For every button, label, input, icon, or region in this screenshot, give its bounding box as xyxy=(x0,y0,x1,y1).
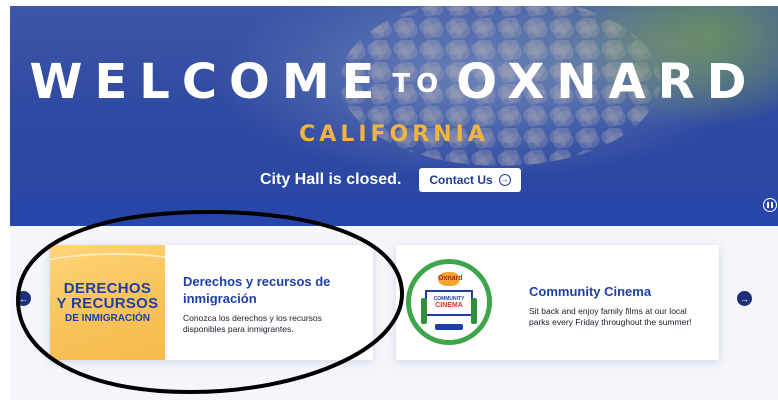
contact-us-button[interactable]: Contact Us → xyxy=(419,168,521,192)
card-text: Community Cinema Sit back and enjoy fami… xyxy=(511,245,719,360)
hero-banner: WELCOME TO OXNARD CALIFORNIA City Hall is … xyxy=(10,6,778,232)
cinema-screen: COMMUNITY CINEMA xyxy=(425,290,473,316)
chairs-icon xyxy=(435,324,463,330)
hero-subtitle: CALIFORNIA xyxy=(299,122,489,147)
arrow-circle-left-icon: ← xyxy=(19,293,28,304)
hero-title: WELCOME TO OXNARD xyxy=(10,54,778,112)
pause-slideshow-button[interactable] xyxy=(763,198,777,212)
card-description: Conozca los derechos y los recursos disp… xyxy=(183,313,322,334)
carousel-card-community-cinema[interactable]: Oxnard COMMUNITY CINEMA Community Cinema… xyxy=(396,245,719,360)
hero-title-welcome: WELCOME xyxy=(29,54,387,110)
arrow-circle-right-icon: → xyxy=(740,293,749,304)
carousel-next-button[interactable]: → xyxy=(737,291,752,306)
card-description: Sit back and enjoy family films at our l… xyxy=(529,306,692,327)
hero-title-city: OXNARD xyxy=(456,54,759,110)
hero-title-to: TO xyxy=(392,69,445,99)
card-title[interactable]: Community Cinema xyxy=(529,283,709,300)
card-title[interactable]: Derechos y recursos de inmigración xyxy=(183,273,363,307)
pause-icon-bar xyxy=(767,202,769,208)
arrow-circle-right-icon: → xyxy=(498,174,511,186)
contact-us-label: Contact Us xyxy=(429,173,493,187)
community-cinema-logo: Oxnard COMMUNITY CINEMA xyxy=(406,259,492,345)
closure-notice: City Hall is closed. xyxy=(260,171,402,188)
image-text-line1: DERECHOS xyxy=(63,280,152,297)
card-text: Derechos y recursos de inmigración Conoz… xyxy=(165,245,373,360)
pause-icon-bar xyxy=(771,202,773,208)
palm-tree-icon xyxy=(421,298,427,324)
carousel-prev-button[interactable]: ← xyxy=(16,291,31,306)
community-cinema-card-image: Oxnard COMMUNITY CINEMA xyxy=(396,245,511,360)
carousel-card-immigration[interactable]: DERECHOS Y RECURSOS DE INMIGRACIÓN Derec… xyxy=(50,245,373,360)
logo-badge: Oxnard xyxy=(438,272,463,286)
image-text-line2: Y RECURSOS xyxy=(56,295,159,312)
closure-notice-row: City Hall is closed. Contact Us → xyxy=(260,166,521,194)
logo-text-line2: CINEMA xyxy=(435,302,463,309)
immigration-card-image: DERECHOS Y RECURSOS DE INMIGRACIÓN xyxy=(50,245,165,360)
palm-tree-icon xyxy=(471,298,477,324)
image-text-line3: DE INMIGRACIÓN xyxy=(65,313,150,324)
